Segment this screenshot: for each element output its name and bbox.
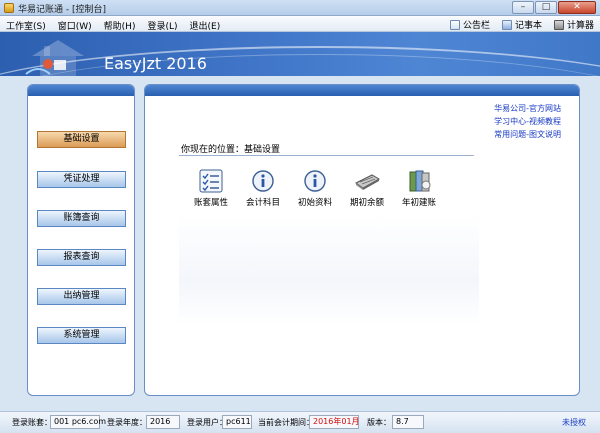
maximize-button[interactable]: □ — [535, 1, 557, 14]
version-value: 8.7 — [392, 415, 424, 429]
nav-report-query[interactable]: 报表查询 — [37, 249, 126, 266]
nav-ledger-query[interactable]: 账簿查询 — [37, 210, 126, 227]
version-label: 版本： — [367, 418, 391, 427]
calculator-label: 计算器 — [566, 21, 594, 31]
main-menu: 工作室(S) 窗口(W) 帮助(H) 登录(L) 退出(E) — [6, 19, 232, 32]
main-panel: 华易公司-官方网站 学习中心-视频教程 常用问题-图文说明 你现在的位置：基础设… — [144, 84, 580, 396]
bulletin-label: 公告栏 — [462, 21, 490, 31]
notepad-label: 记事本 — [514, 21, 542, 31]
main-panel-header — [145, 85, 579, 96]
location-divider — [179, 155, 474, 156]
menu-studio[interactable]: 工作室(S) — [6, 19, 46, 32]
menu-login[interactable]: 登录(L) — [147, 19, 177, 32]
nav-cashier-management[interactable]: 出纳管理 — [37, 288, 126, 305]
nav-system-management[interactable]: 系统管理 — [37, 327, 126, 344]
user-value: pc611 — [222, 415, 252, 429]
account-value: 001 pc6.com — [50, 415, 106, 429]
list-checklist-icon — [199, 169, 223, 193]
bulletin-button[interactable]: 公告栏 — [449, 18, 490, 31]
link-official-site[interactable]: 华易公司-官方网站 — [494, 102, 561, 115]
account-label: 登录账套： — [12, 418, 52, 427]
year-value: 2016 — [146, 415, 180, 429]
location-breadcrumb: 你现在的位置：基础设置 — [181, 145, 281, 155]
header-banner: EasyJzt 2016 — [0, 32, 600, 76]
keyboard-icon — [355, 174, 380, 190]
annual-setup-label: 年初建账 — [401, 198, 436, 208]
bulletin-icon — [449, 19, 460, 30]
title-bar: 华易记账通 - [控制台] – □ ✕ — [0, 0, 600, 16]
window-controls: – □ ✕ — [511, 1, 596, 14]
calculator-button[interactable]: 计算器 — [553, 18, 594, 31]
minimize-button[interactable]: – — [512, 1, 534, 14]
function-icons: 账套属性 会计科目 初始资料 期初余额 年初建账 — [183, 169, 443, 208]
menu-exit[interactable]: 退出(E) — [190, 19, 221, 32]
work-area — [179, 215, 479, 325]
year-label: 登录年度： — [107, 418, 147, 427]
account-properties-button[interactable]: 账套属性 — [183, 169, 239, 208]
app-icon — [4, 3, 14, 13]
help-links: 华易公司-官方网站 学习中心-视频教程 常用问题-图文说明 — [494, 102, 561, 141]
opening-balance-label: 期初余额 — [349, 198, 384, 208]
menu-bar: 工作室(S) 窗口(W) 帮助(H) 登录(L) 退出(E) 公告栏 记事本 计… — [0, 16, 600, 32]
nav-panel-header — [28, 85, 134, 96]
books-icon — [409, 170, 431, 192]
chart-of-accounts-label: 会计科目 — [245, 198, 280, 208]
house-logo-icon — [25, 40, 84, 76]
annual-setup-button[interactable]: 年初建账 — [391, 169, 447, 208]
info-icon — [252, 170, 274, 192]
menu-window[interactable]: 窗口(W) — [58, 19, 92, 32]
initial-data-button[interactable]: 初始资料 — [287, 169, 343, 208]
product-name: EasyJzt 2016 — [104, 54, 207, 73]
period-value: 2016年01月 — [309, 415, 360, 429]
initial-data-label: 初始资料 — [297, 198, 332, 208]
close-button[interactable]: ✕ — [558, 1, 596, 14]
toolbar-shortcuts: 公告栏 记事本 计算器 — [438, 18, 594, 31]
link-video-tutorials[interactable]: 学习中心-视频教程 — [494, 115, 561, 128]
account-properties-label: 账套属性 — [193, 198, 228, 208]
menu-help[interactable]: 帮助(H) — [104, 19, 136, 32]
nav-voucher-processing[interactable]: 凭证处理 — [37, 171, 126, 188]
notepad-icon — [501, 19, 512, 30]
period-label: 当前会计期间： — [258, 418, 314, 427]
window-title: 华易记账通 - [控制台] — [18, 5, 106, 15]
calculator-icon — [553, 19, 564, 30]
license-status[interactable]: 未授权 — [562, 417, 586, 428]
notepad-button[interactable]: 记事本 — [501, 18, 542, 31]
user-label: 登录用户： — [187, 418, 227, 427]
opening-balance-button[interactable]: 期初余额 — [339, 169, 395, 208]
chart-of-accounts-button[interactable]: 会计科目 — [235, 169, 291, 208]
nav-panel: 基础设置 凭证处理 账簿查询 报表查询 出纳管理 系统管理 — [27, 84, 135, 396]
status-bar: 登录账套： 001 pc6.com 登录年度： 2016 登录用户： pc611… — [0, 411, 600, 433]
link-faq[interactable]: 常用问题-图文说明 — [494, 128, 561, 141]
info-icon — [304, 170, 326, 192]
nav-basic-settings[interactable]: 基础设置 — [37, 131, 126, 148]
